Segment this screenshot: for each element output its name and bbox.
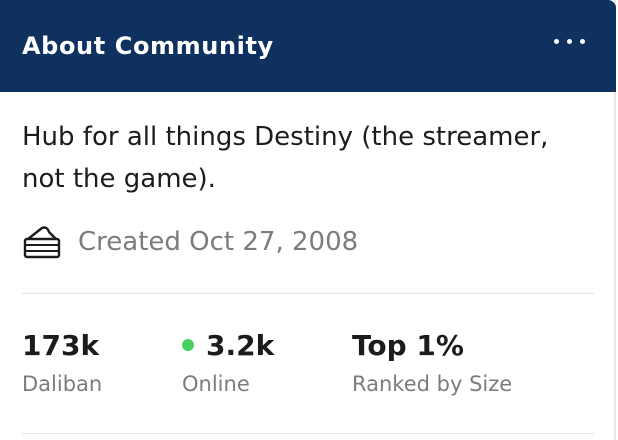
rank-label: Ranked by Size xyxy=(352,372,513,396)
stat-members: 173k Daliban xyxy=(22,328,102,398)
stat-rank: Top 1% Ranked by Size xyxy=(352,328,512,398)
card-header: About Community xyxy=(0,0,616,92)
about-community-card: About Community Hub for all things Desti… xyxy=(0,0,616,440)
online-status-icon xyxy=(182,339,194,351)
members-count: 173k xyxy=(22,329,100,362)
stat-online: 3.2k Online xyxy=(182,328,274,398)
divider xyxy=(22,433,594,434)
more-horizontal-icon xyxy=(554,39,559,44)
online-count: 3.2k xyxy=(206,329,275,362)
cake-icon xyxy=(23,226,61,259)
created-date: Created Oct 27, 2008 xyxy=(78,227,359,257)
members-label: Daliban xyxy=(22,372,103,396)
divider xyxy=(22,293,594,294)
community-description: Hub for all things Destiny (the streamer… xyxy=(22,122,549,194)
online-label: Online xyxy=(182,372,250,396)
header-title: About Community xyxy=(22,32,274,60)
rank-value: Top 1% xyxy=(352,329,464,362)
more-options-button[interactable] xyxy=(548,28,592,56)
